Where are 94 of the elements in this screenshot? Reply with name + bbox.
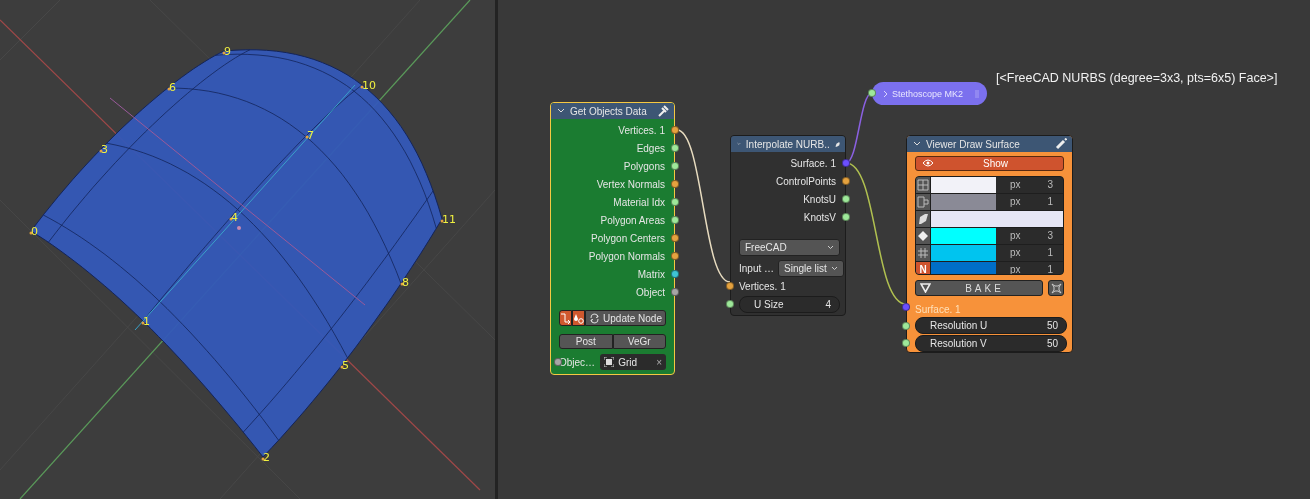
chevron-icon [830, 266, 838, 271]
output-label: Edges [636, 142, 665, 154]
node-title: Viewer Draw Surface [926, 138, 1021, 150]
toggle-button[interactable] [572, 310, 586, 326]
socket[interactable] [671, 180, 679, 188]
vertex-label: 10 [362, 79, 376, 92]
color-swatch[interactable] [931, 227, 996, 244]
color-swatch[interactable] [931, 210, 1063, 227]
color-swatch[interactable] [931, 244, 996, 261]
socket[interactable] [671, 234, 679, 242]
size-field[interactable]: px 3 [996, 227, 1063, 244]
color-swatch[interactable] [931, 193, 996, 210]
object-icon [604, 357, 615, 367]
dropdown[interactable]: Single list [778, 260, 844, 277]
mode-button[interactable]: Post [559, 334, 613, 349]
size-field[interactable]: px 1 [996, 244, 1063, 261]
socket[interactable] [842, 195, 850, 203]
output-label: ControlPoints [775, 175, 836, 187]
socket[interactable] [842, 177, 850, 185]
caret-icon[interactable] [557, 108, 565, 114]
grid-icon[interactable] [916, 244, 931, 261]
output-label: KnotsV [803, 211, 836, 223]
socket[interactable] [671, 144, 679, 152]
arrows-icon [560, 312, 571, 324]
socket[interactable] [868, 89, 876, 97]
chevron-icon [827, 245, 834, 250]
vertex-label: 0 [31, 225, 38, 238]
mode-button[interactable]: VeGr [612, 334, 666, 349]
vertex-label: 5 [342, 359, 349, 372]
drops-icon [573, 312, 585, 324]
socket[interactable] [671, 216, 679, 224]
dropdown[interactable]: FreeCAD [739, 239, 840, 256]
faces-icon[interactable] [916, 210, 931, 227]
vertex-label: 8 [402, 276, 409, 289]
info-text: [<FreeCAD NURBS (degree=3x3, pts=6x5) Face>] [996, 71, 1278, 85]
number-field[interactable]: Resolution V 50 [915, 334, 1067, 352]
refresh-icon [589, 312, 601, 324]
socket[interactable] [671, 252, 679, 260]
vertex-label: 1 [143, 315, 150, 328]
socket[interactable] [726, 282, 734, 290]
output-label: KnotsU [803, 193, 836, 205]
eye-icon [922, 159, 934, 168]
socket[interactable] [671, 288, 679, 296]
size-field[interactable]: px 1 [996, 193, 1063, 210]
socket[interactable] [842, 213, 850, 221]
vertex-label: 4 [231, 211, 238, 224]
output-label: Polygon Normals [588, 250, 665, 262]
toggle-button[interactable] [559, 310, 573, 326]
socket[interactable] [671, 126, 679, 134]
output-label: Matrix [637, 268, 665, 280]
color-swatch[interactable] [931, 261, 996, 275]
vertex-label: 11 [442, 213, 456, 226]
output-label: Vertex Normals [596, 178, 665, 190]
socket[interactable] [671, 198, 679, 206]
object-field[interactable]: Grid × [600, 354, 666, 370]
vertex-label: 6 [169, 81, 176, 94]
vertex-label: 3 [101, 143, 108, 156]
vertex-label: 9 [224, 45, 231, 58]
input-label: Input … [739, 263, 775, 274]
show-button[interactable]: Show [915, 156, 1064, 171]
caret-icon[interactable] [913, 141, 921, 147]
node-title: Get Objects Data [570, 105, 648, 117]
socket[interactable] [726, 300, 734, 308]
output-label: Polygons [623, 160, 665, 172]
input-label: Surface. 1 [915, 303, 961, 316]
node-title: Stethoscope MK2 [892, 88, 965, 99]
socket[interactable] [902, 321, 910, 330]
socket[interactable] [902, 302, 910, 311]
number-field[interactable]: Resolution U 50 [915, 317, 1067, 335]
frame-icon [1050, 282, 1062, 294]
socket[interactable] [671, 270, 679, 278]
vertex-label: 2 [263, 451, 270, 464]
socket[interactable] [671, 162, 679, 170]
chevron-icon [883, 89, 888, 98]
color-swatch[interactable] [931, 176, 996, 193]
output-label: Object [636, 286, 665, 298]
triangle-icon [920, 283, 931, 294]
node-title: Interpolate NURB.. [745, 138, 830, 150]
output-label: Polygon Areas [600, 214, 665, 226]
size-field[interactable]: px 3 [996, 176, 1063, 193]
output-label: Vertices. 1 [618, 124, 665, 136]
pencil-icon [1055, 138, 1067, 150]
normals-icon[interactable]: N [916, 261, 931, 275]
update-node-button[interactable]: Update Node [585, 310, 666, 326]
number-field[interactable]: U Size 4 [739, 295, 840, 313]
bake-button[interactable]: BAKE [915, 280, 1043, 297]
input-label: Vertices. 1 [739, 280, 786, 292]
vertex-label: 7 [307, 129, 314, 142]
output-label: Surface. 1 [790, 157, 836, 169]
socket[interactable] [902, 339, 910, 348]
frame-button[interactable] [1048, 280, 1064, 297]
output-label: Polygon Centers [591, 232, 665, 244]
wrench-icon [657, 105, 669, 117]
output-label: Material Idx [613, 196, 665, 208]
